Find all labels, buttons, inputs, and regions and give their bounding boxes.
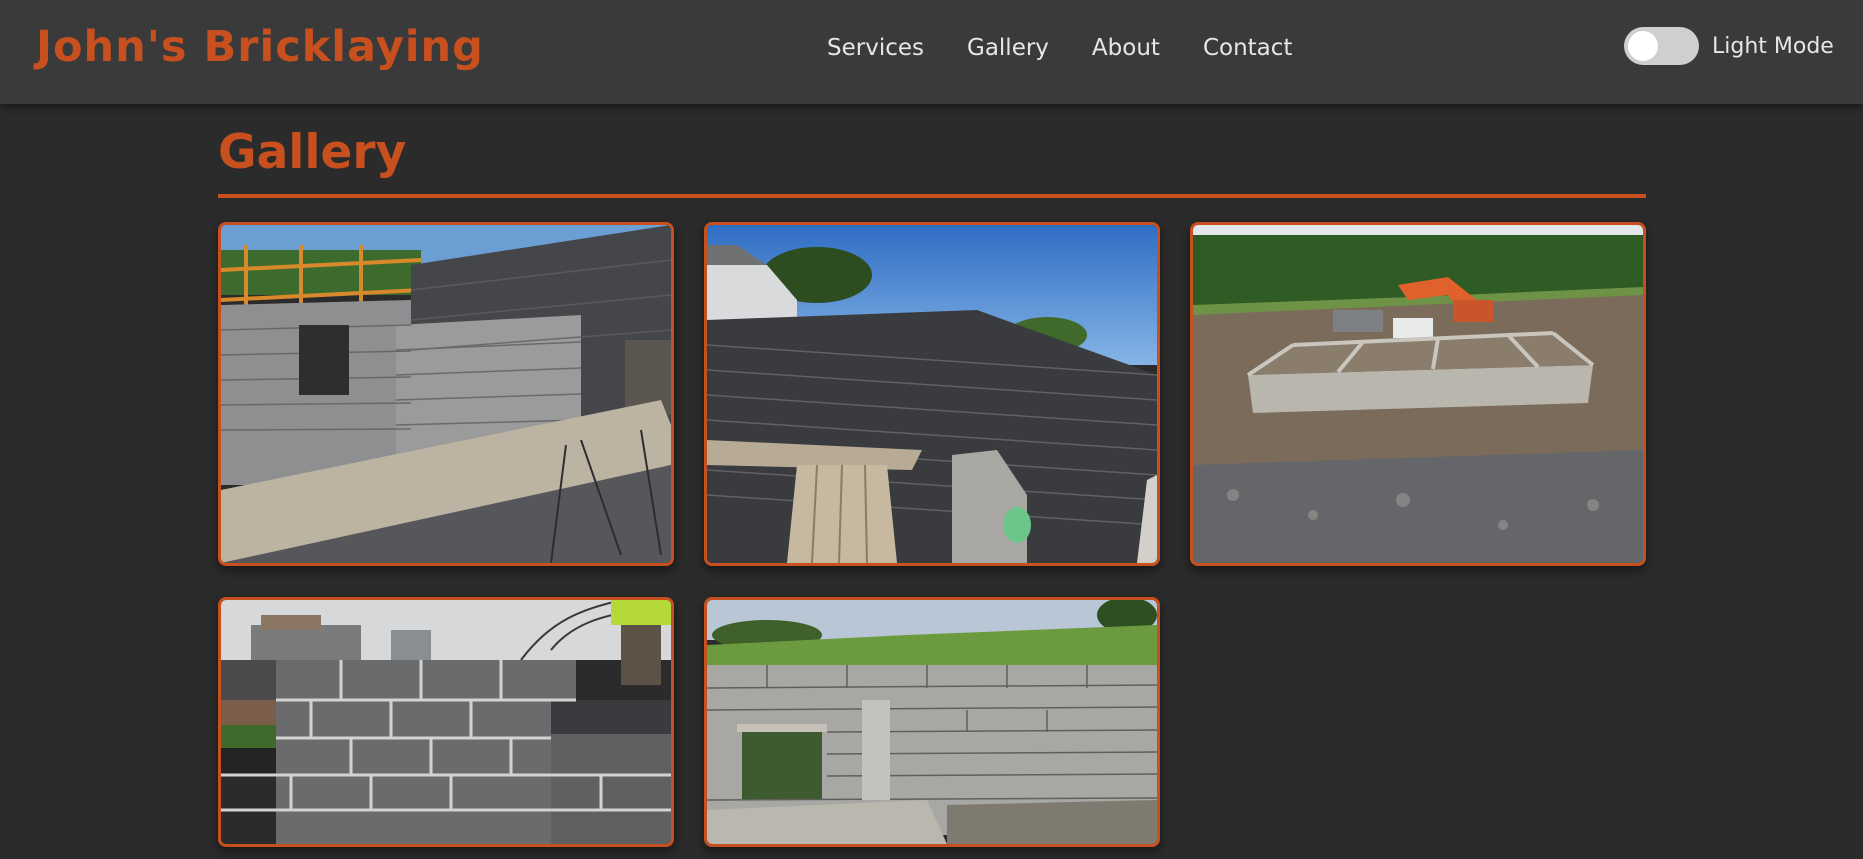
gallery-grid [218, 222, 1646, 847]
photo-block-wall-sky-icon [707, 225, 1157, 563]
photo-interior-walls-icon [221, 225, 671, 563]
site-header: John's Bricklaying Services Gallery Abou… [0, 0, 1863, 104]
theme-toggle[interactable] [1624, 27, 1699, 65]
toggle-knob [1628, 31, 1658, 61]
nav-about[interactable]: About [1092, 30, 1160, 66]
nav-gallery[interactable]: Gallery [967, 30, 1049, 66]
photo-blockwork-closeup-icon [221, 600, 671, 844]
nav-services[interactable]: Services [827, 30, 924, 66]
page-title: Gallery [218, 124, 1646, 198]
gallery-photo-5[interactable] [704, 597, 1160, 847]
gallery-photo-4[interactable] [218, 597, 674, 847]
theme-toggle-label: Light Mode [1712, 33, 1834, 59]
main-nav: Services Gallery About Contact [827, 30, 1292, 66]
gallery-photo-1[interactable] [218, 222, 674, 566]
gallery-photo-3[interactable] [1190, 222, 1646, 566]
brand-logo[interactable]: John's Bricklaying [36, 22, 484, 72]
gallery-photo-2[interactable] [704, 222, 1160, 566]
photo-foundation-site-icon [1193, 225, 1643, 563]
theme-switcher: Light Mode [1624, 27, 1834, 65]
nav-contact[interactable]: Contact [1203, 30, 1292, 66]
photo-wall-window-fields-icon [707, 600, 1157, 844]
gallery-section: Gallery [218, 104, 1646, 847]
